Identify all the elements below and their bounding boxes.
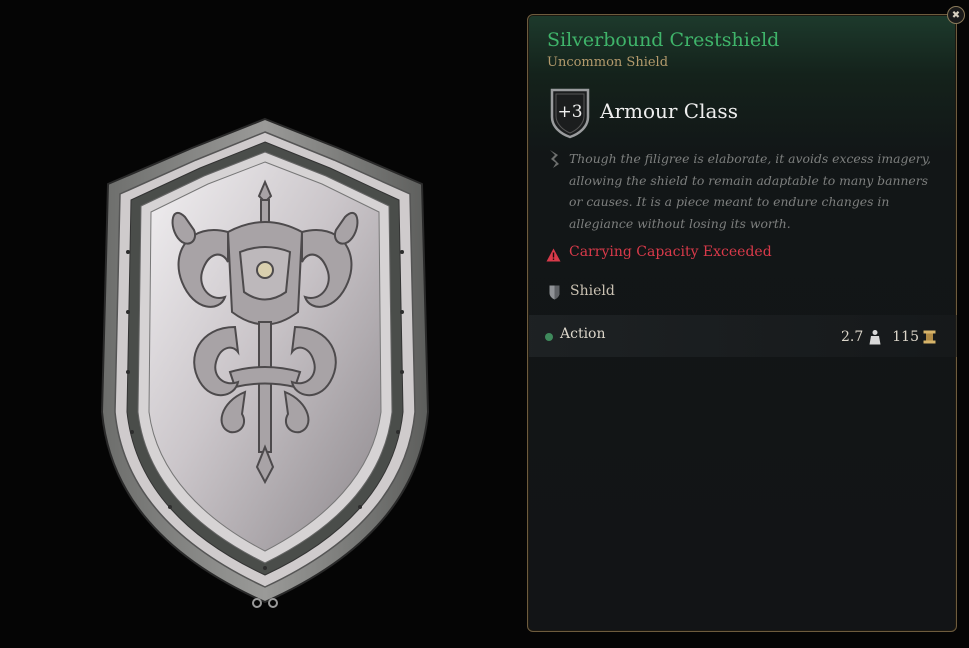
item-name: Silverbound Crestshield bbox=[547, 29, 780, 51]
close-icon: ✖ bbox=[951, 9, 961, 21]
weight-icon bbox=[869, 330, 881, 345]
action-indicator-dot bbox=[545, 333, 553, 341]
item-description: Though the filigree is elaborate, it avo… bbox=[569, 151, 931, 231]
item-tooltip: Silverbound Crestshield Uncommon Shield … bbox=[527, 14, 957, 632]
armour-class-value: +3 bbox=[557, 102, 583, 122]
item-rarity-type: Uncommon Shield bbox=[547, 55, 669, 70]
gold-icon bbox=[923, 330, 936, 344]
price-value: 115 bbox=[892, 329, 919, 345]
carrying-capacity-warning: Carrying Capacity Exceeded bbox=[569, 244, 772, 260]
weight-value: 2.7 bbox=[841, 329, 864, 345]
close-button[interactable]: ✖ bbox=[947, 6, 965, 24]
quill-icon bbox=[550, 150, 559, 168]
shield-icon bbox=[549, 285, 560, 300]
item-type-label: Shield bbox=[570, 283, 615, 299]
armour-class-label: Armour Class bbox=[600, 99, 738, 123]
warning-triangle-icon bbox=[546, 248, 561, 262]
action-label: Action bbox=[560, 326, 606, 342]
shield-illustration bbox=[100, 117, 430, 608]
action-row[interactable]: Action 2.7 115 bbox=[529, 315, 957, 357]
